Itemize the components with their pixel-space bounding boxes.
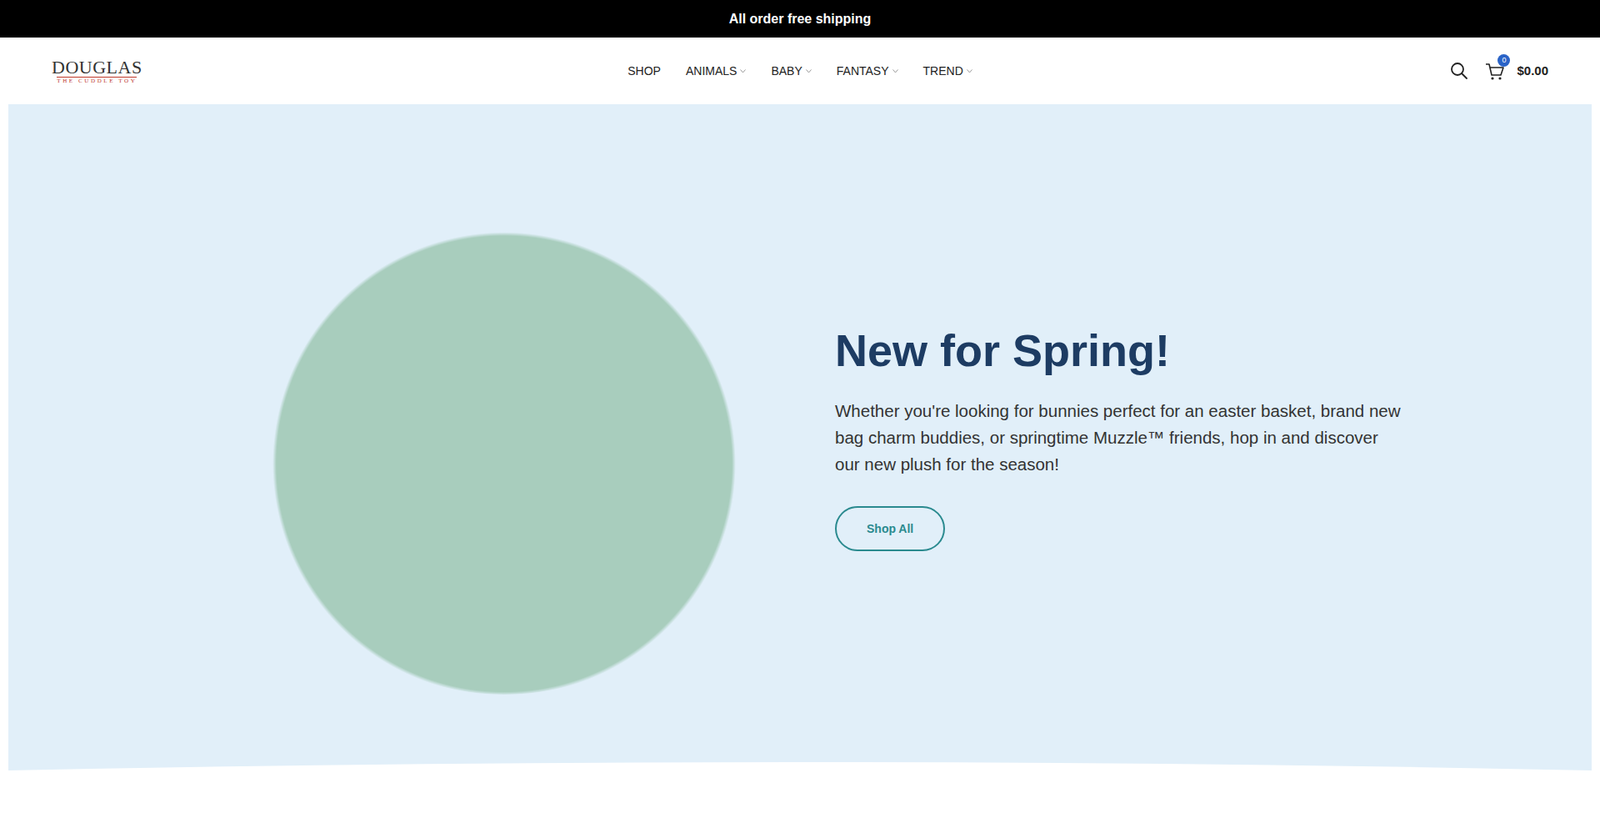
- search-icon: [1450, 61, 1469, 80]
- logo[interactable]: DOUGLASTHE CUDDLE TOY: [51, 58, 143, 85]
- header-right: 0 $0.00: [972, 60, 1549, 81]
- hero-copy: New for Spring! Whether you're looking fo…: [835, 324, 1402, 551]
- main-nav: SHOP ANIMALS BABY FANTASY TREND: [627, 62, 973, 80]
- shop-all-button[interactable]: Shop All: [835, 505, 945, 551]
- nav-item[interactable]: BABY: [770, 62, 811, 80]
- nav-label: SHOP: [627, 62, 661, 80]
- nav-item[interactable]: FANTASY: [836, 62, 899, 80]
- chevron-down-icon: [805, 69, 812, 74]
- hero-banner: New for Spring! Whether you're looking fo…: [8, 104, 1592, 771]
- logo-tagline: THE CUDDLE TOY: [56, 76, 137, 85]
- hero-text: Whether you're looking for bunnies perfe…: [835, 397, 1402, 478]
- cart-button[interactable]: 0 $0.00: [1485, 60, 1549, 81]
- nav-item[interactable]: ANIMALS: [685, 62, 746, 80]
- site-header: DOUGLASTHE CUDDLE TOY SHOP ANIMALS BABY FANT…: [0, 37, 1600, 105]
- nav-label: TREND: [923, 62, 964, 80]
- cart-count-badge: 0: [1497, 54, 1510, 67]
- cart-total: $0.00: [1516, 61, 1549, 81]
- chevron-down-icon: [966, 69, 973, 74]
- announcement-text: All order free shipping: [729, 9, 872, 30]
- chevron-down-icon: [892, 69, 899, 74]
- nav-item[interactable]: TREND: [923, 62, 973, 80]
- nav-label: FANTASY: [836, 62, 890, 80]
- hero-curve: [8, 758, 1592, 772]
- hero-title: New for Spring!: [835, 324, 1402, 376]
- chevron-down-icon: [740, 69, 746, 74]
- header-left: DOUGLASTHE CUDDLE TOY: [51, 58, 628, 85]
- nav-item[interactable]: SHOP: [627, 62, 661, 80]
- cart-icon-wrap: 0: [1485, 60, 1505, 81]
- announcement-bar: All order free shipping: [0, 0, 1600, 38]
- hero-image: [250, 181, 759, 695]
- logo-name: DOUGLAS: [51, 58, 143, 77]
- nav-label: BABY: [770, 62, 802, 80]
- nav-label: ANIMALS: [685, 62, 737, 80]
- search-button[interactable]: [1450, 61, 1469, 80]
